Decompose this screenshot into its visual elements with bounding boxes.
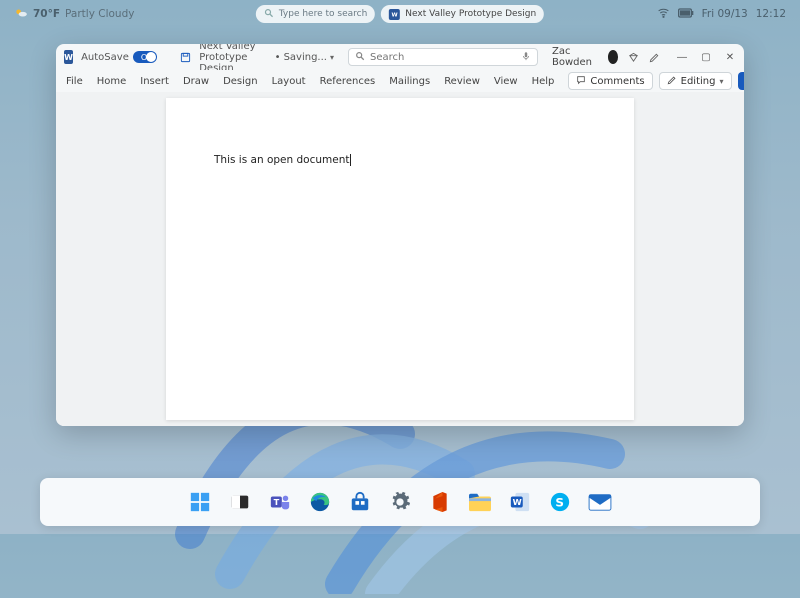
tab-help[interactable]: Help <box>532 76 555 87</box>
tab-mailings[interactable]: Mailings <box>389 76 430 87</box>
start-button[interactable] <box>187 489 213 515</box>
ribbon-search[interactable] <box>348 48 538 66</box>
document-page[interactable]: This is an open document <box>166 98 634 420</box>
pencil-icon <box>667 75 677 88</box>
minimize-button[interactable]: ― <box>676 51 688 63</box>
weather-temperature: 70°F <box>33 8 60 20</box>
editing-mode-button[interactable]: Editing ▾ <box>659 72 732 90</box>
weather-condition: Partly Cloudy <box>65 8 134 20</box>
comments-label: Comments <box>590 76 644 87</box>
bullet-separator: • <box>275 52 281 63</box>
active-app-label: Next Valley Prototype Design <box>405 9 536 19</box>
chevron-down-icon: ▾ <box>719 77 723 86</box>
maximize-button[interactable]: ▢ <box>700 51 712 63</box>
taskbar: T W S <box>40 478 760 526</box>
text-cursor <box>350 154 351 166</box>
autosave-label: AutoSave <box>81 52 129 63</box>
close-button[interactable]: ✕ <box>724 51 736 63</box>
system-search-pill[interactable]: Type here to search <box>256 5 375 23</box>
ribbon-tabs: File Home Insert Draw Design Layout Refe… <box>56 70 744 92</box>
editing-label: Editing <box>681 76 716 87</box>
task-view-button[interactable] <box>227 489 253 515</box>
svg-text:W: W <box>392 12 398 17</box>
wifi-icon[interactable] <box>657 6 670 22</box>
settings-app[interactable] <box>387 489 413 515</box>
tab-view[interactable]: View <box>494 76 518 87</box>
tab-layout[interactable]: Layout <box>272 76 306 87</box>
search-icon <box>264 8 274 21</box>
tab-insert[interactable]: Insert <box>140 76 169 87</box>
document-status: Saving... <box>284 52 327 63</box>
document-body-text: This is an open document <box>214 154 349 166</box>
system-date[interactable]: Fri 09/13 <box>702 8 748 20</box>
pen-icon[interactable] <box>649 51 660 63</box>
tab-draw[interactable]: Draw <box>183 76 209 87</box>
battery-icon[interactable] <box>678 8 694 21</box>
share-button[interactable]: Share <box>738 72 745 90</box>
teams-app[interactable]: T <box>267 489 293 515</box>
weather-widget[interactable]: 70°F Partly Cloudy <box>14 6 134 23</box>
tab-home[interactable]: Home <box>97 76 127 87</box>
svg-text:S: S <box>555 496 564 510</box>
word-app-icon: W <box>389 9 400 20</box>
tab-references[interactable]: References <box>320 76 376 87</box>
store-app[interactable] <box>347 489 373 515</box>
comment-icon <box>576 75 586 88</box>
tab-file[interactable]: File <box>66 76 83 87</box>
word-app[interactable]: W <box>507 489 533 515</box>
mic-icon[interactable] <box>521 51 531 64</box>
window-titlebar: W AutoSave On Next Valley Prototype Desi… <box>56 44 744 70</box>
user-avatar[interactable] <box>608 50 618 64</box>
explorer-app[interactable] <box>467 489 493 515</box>
office-app[interactable] <box>427 489 453 515</box>
word-window: W AutoSave On Next Valley Prototype Desi… <box>56 44 744 426</box>
tab-design[interactable]: Design <box>223 76 258 87</box>
mail-app[interactable] <box>587 489 613 515</box>
active-app-chip[interactable]: W Next Valley Prototype Design <box>381 5 544 23</box>
system-time[interactable]: 12:12 <box>756 8 786 20</box>
svg-text:W: W <box>513 497 522 507</box>
svg-text:T: T <box>274 497 280 507</box>
system-search-placeholder: Type here to search <box>279 9 367 19</box>
weather-icon <box>14 6 28 23</box>
system-top-bar: 70°F Partly Cloudy Type here to search W… <box>0 0 800 28</box>
edge-app[interactable] <box>307 489 333 515</box>
diamond-icon[interactable] <box>628 51 639 63</box>
skype-app[interactable]: S <box>547 489 573 515</box>
document-canvas[interactable]: This is an open document <box>56 92 744 426</box>
user-name[interactable]: Zac Bowden <box>552 46 598 68</box>
chevron-down-icon: ▾ <box>330 53 334 62</box>
comments-button[interactable]: Comments <box>568 72 652 90</box>
autosave-toggle[interactable]: AutoSave On <box>81 51 172 63</box>
tab-review[interactable]: Review <box>444 76 480 87</box>
ribbon-search-input[interactable] <box>370 52 516 63</box>
save-icon[interactable] <box>180 51 191 63</box>
autosave-state: On <box>141 53 152 62</box>
word-icon: W <box>64 50 73 64</box>
search-icon <box>355 51 365 64</box>
